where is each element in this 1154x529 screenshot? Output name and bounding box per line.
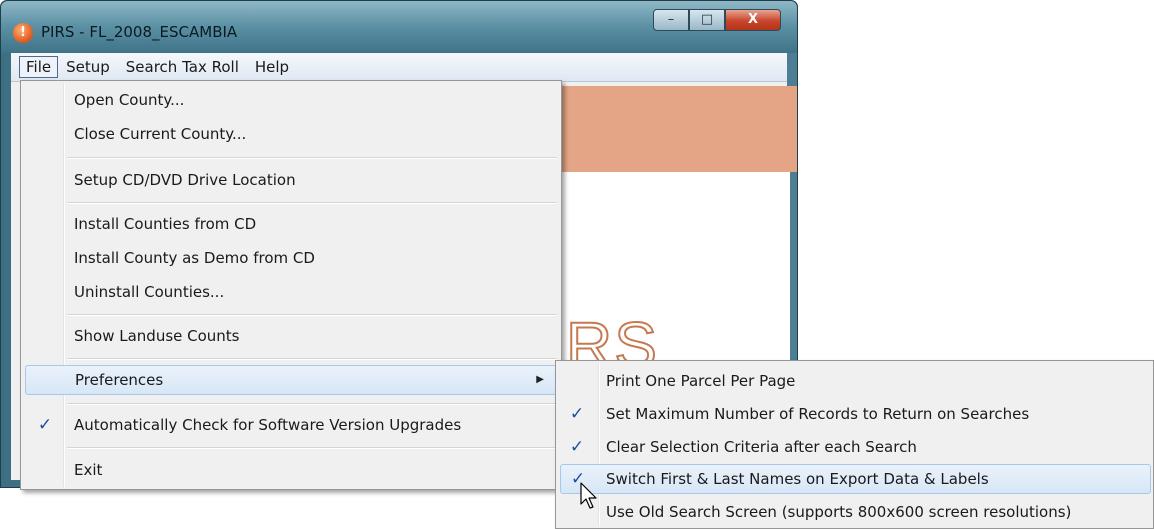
caption-buttons: – □ X [653,9,781,35]
menu-item-label: Open County... [74,91,185,109]
menu-item-landuse-counts[interactable]: Show Landuse Counts [23,321,559,351]
menu-item-old-search-screen[interactable]: Use Old Search Screen (supports 800x600 … [558,497,1151,527]
menu-item-label: Close Current County... [74,125,247,143]
screen: ! PIRS - FL_2008_ESCAMBIA – □ X File Set… [0,0,1154,529]
menu-item-label: Install Counties from CD [74,215,257,233]
menu-item-label: Preferences [75,371,164,389]
menu-item-label: Setup CD/DVD Drive Location [74,171,296,189]
menu-item-clear-criteria[interactable]: ✓ Clear Selection Criteria after each Se… [558,432,1151,462]
menu-item-preferences[interactable]: Preferences ▶ [25,365,557,395]
menu-separator [67,403,557,405]
menu-item-install-demo[interactable]: Install County as Demo from CD [23,243,559,273]
menu-separator [67,157,557,159]
file-menu: Open County... Close Current County... S… [20,80,562,490]
maximize-button[interactable]: □ [689,9,725,31]
menu-item-auto-check-upgrades[interactable]: ✓ Automatically Check for Software Versi… [23,410,559,440]
menu-item-label: Switch First & Last Names on Export Data… [606,470,989,488]
menu-item-setup-drive[interactable]: Setup CD/DVD Drive Location [23,165,559,195]
menu-setup[interactable]: Setup [58,56,118,78]
submenu-arrow-icon: ▶ [536,374,544,385]
menu-file[interactable]: File [19,56,59,78]
menu-item-label: Print One Parcel Per Page [606,372,796,390]
menu-item-exit[interactable]: Exit [23,455,559,485]
checkmark-icon: ✓ [569,404,585,424]
menu-item-switch-names[interactable]: ✓ Switch First & Last Names on Export Da… [560,464,1151,494]
menu-item-label: Use Old Search Screen (supports 800x600 … [606,503,1072,521]
menu-separator [67,358,557,360]
menu-item-label: Automatically Check for Software Version… [74,416,462,434]
menu-item-label: Install County as Demo from CD [74,249,315,267]
menu-item-label: Set Maximum Number of Records to Return … [606,405,1030,423]
title-bar[interactable]: ! PIRS - FL_2008_ESCAMBIA – □ X [1,1,797,53]
menu-item-label: Clear Selection Criteria after each Sear… [606,438,917,456]
menu-item-open-county[interactable]: Open County... [23,85,559,115]
menu-item-label: Uninstall Counties... [74,283,225,301]
menu-separator [67,314,557,316]
menu-bar: File Setup Search Tax Roll Help [11,53,787,82]
menu-separator [67,202,557,204]
minimize-button[interactable]: – [653,9,689,31]
checkmark-icon: ✓ [37,415,53,435]
menu-item-uninstall-counties[interactable]: Uninstall Counties... [23,277,559,307]
menu-item-label: Exit [74,461,103,479]
menu-item-max-records[interactable]: ✓ Set Maximum Number of Records to Retur… [558,399,1151,429]
info-icon: ! [13,23,33,43]
mouse-cursor-icon [580,482,597,509]
close-button[interactable]: X [725,9,781,31]
menu-help[interactable]: Help [247,56,297,78]
checkmark-icon: ✓ [569,437,585,457]
menu-item-close-county[interactable]: Close Current County... [23,119,559,149]
menu-item-label: Show Landuse Counts [74,327,240,345]
menu-search-tax-roll[interactable]: Search Tax Roll [118,56,247,78]
menu-separator [67,447,557,449]
menu-item-install-counties[interactable]: Install Counties from CD [23,209,559,239]
menu-item-print-one-parcel[interactable]: Print One Parcel Per Page [558,366,1151,396]
preferences-submenu: Print One Parcel Per Page ✓ Set Maximum … [555,360,1154,529]
header-banner [557,86,797,172]
window-title: PIRS - FL_2008_ESCAMBIA [41,23,238,41]
